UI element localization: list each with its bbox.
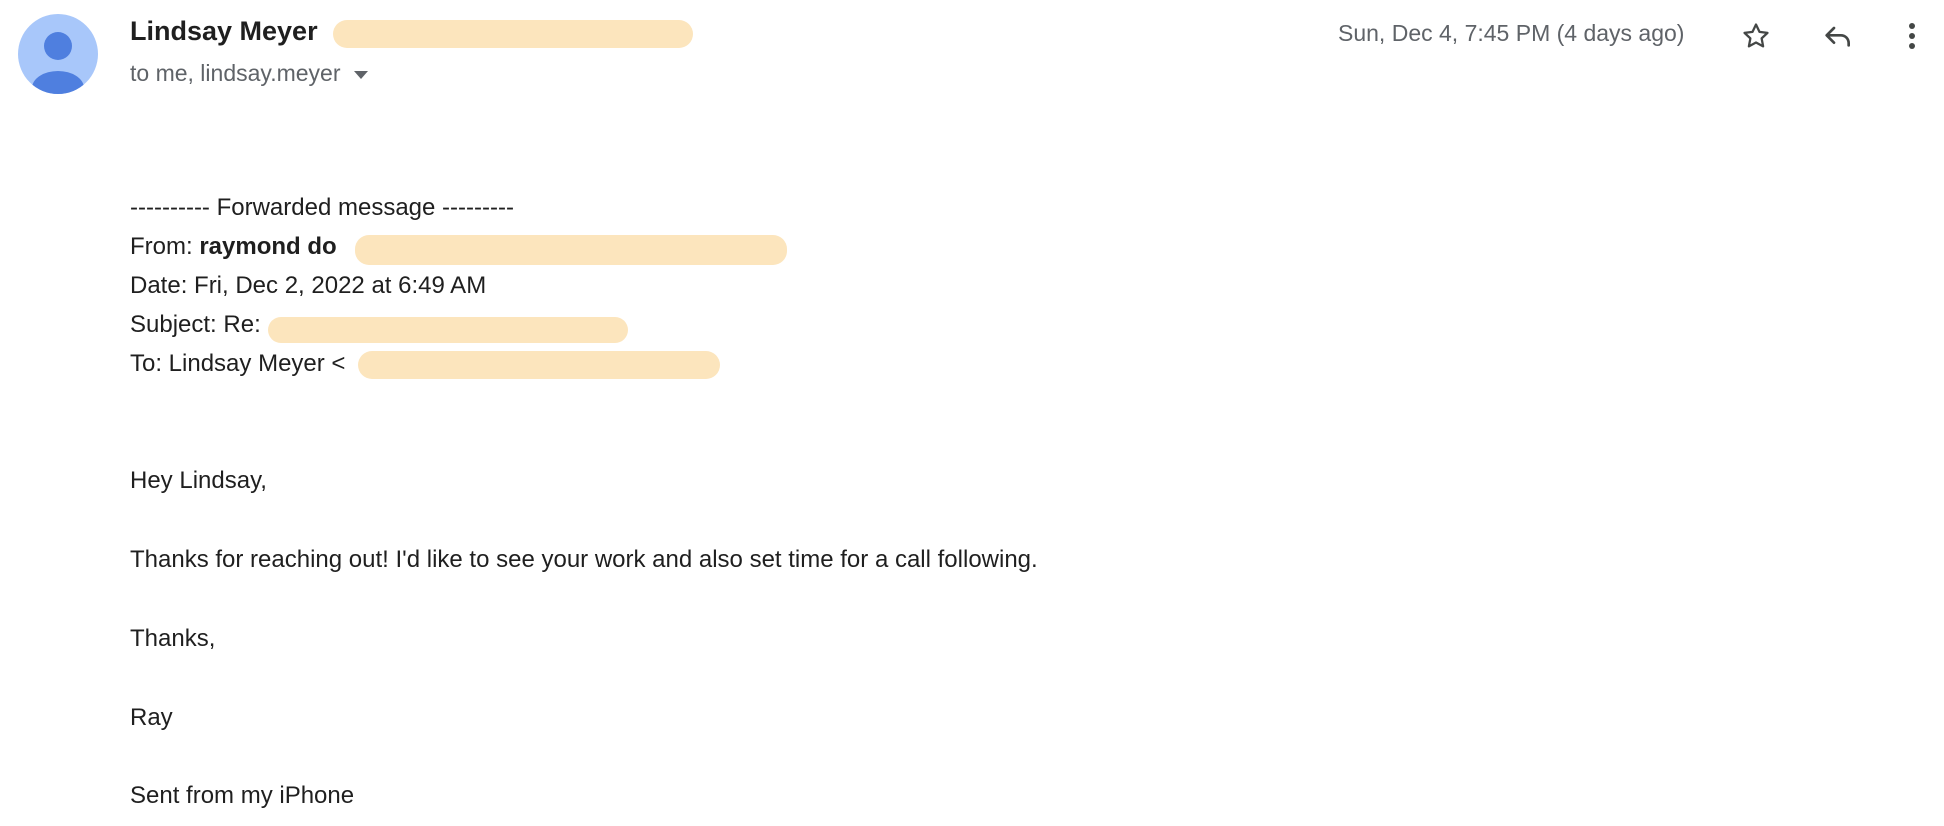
forward-subject-line: Subject: Re:	[130, 311, 261, 338]
forward-to-line: To: Lindsay Meyer <	[130, 350, 346, 377]
redacted-subject	[268, 317, 628, 343]
chevron-down-icon	[354, 70, 369, 79]
redacted-sender-email	[333, 20, 693, 48]
sender-avatar[interactable]	[18, 14, 98, 94]
message-signature: Ray	[130, 704, 173, 731]
redacted-to-email-link[interactable]	[358, 351, 720, 379]
message-greeting: Hey Lindsay,	[130, 467, 267, 494]
from-name: raymond do	[199, 233, 337, 260]
sender-name[interactable]: Lindsay Meyer	[130, 16, 318, 47]
more-options-button[interactable]	[1890, 14, 1934, 58]
message-date: Sun, Dec 4, 7:45 PM (4 days ago)	[1338, 20, 1685, 46]
reply-button[interactable]	[1816, 14, 1860, 58]
message-closing: Thanks,	[130, 625, 216, 652]
forward-separator: ---------- Forwarded message ---------	[130, 194, 514, 221]
star-icon	[1743, 23, 1769, 48]
forward-date-line: Date: Fri, Dec 2, 2022 at 6:49 AM	[130, 272, 487, 299]
star-button[interactable]	[1734, 14, 1778, 58]
message-footer: Sent from my iPhone	[130, 782, 355, 809]
recipients-label: to me, lindsay.meyer	[130, 60, 341, 86]
from-label: From:	[130, 233, 193, 260]
redacted-from-address	[355, 235, 787, 265]
person-avatar-icon	[32, 32, 84, 94]
recipients-details-toggle[interactable]: to me, lindsay.meyer	[130, 60, 369, 87]
reply-icon	[1825, 26, 1850, 47]
forward-from-line: From: raymond do	[130, 232, 337, 262]
message-body: Thanks for reaching out! I'd like to see…	[130, 546, 1038, 573]
more-vert-icon	[1909, 23, 1915, 49]
